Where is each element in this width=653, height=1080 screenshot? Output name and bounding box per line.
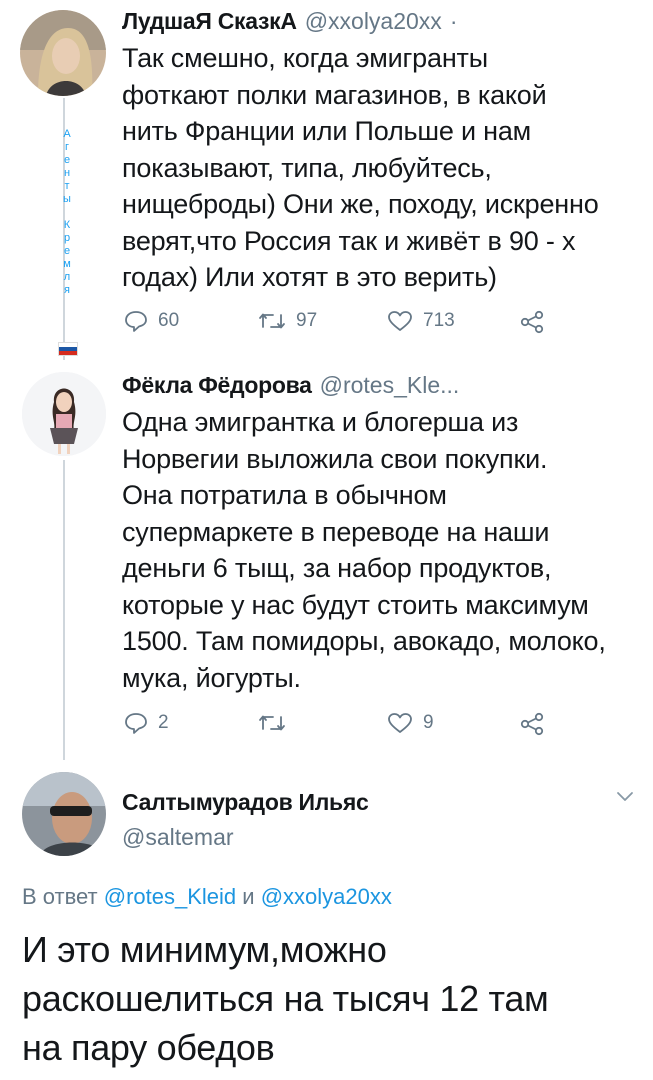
tweet-text: Так смешно, когда эмигранты фоткают полк… [122, 40, 642, 296]
vertical-letter: е [63, 245, 71, 257]
text-line: верят,что Россия так и живёт в 90 - х [122, 225, 576, 256]
text-line: нить Франции или Польше и нам [122, 116, 532, 146]
tweet-text: Одна эмигрантка и блогерша из Норвегии в… [122, 404, 647, 696]
tweet-header: Фёкла Фёдорова @rotes_Kle... [122, 372, 459, 399]
like-button[interactable]: 9 [387, 712, 434, 734]
reply-icon [125, 713, 147, 734]
reply-mention[interactable]: @xxolya20xx [261, 884, 392, 909]
text-line: фоткают полки магазинов, в какой [122, 79, 547, 110]
retweet-icon [259, 313, 285, 329]
tweet-text: И это минимум,можно раскошелиться на тыс… [22, 925, 647, 1072]
retweet-button[interactable] [258, 712, 296, 734]
display-name[interactable]: ЛудшаЯ СказкА [122, 8, 297, 35]
retweet-button[interactable]: 97 [258, 310, 317, 332]
reply-count: 2 [158, 712, 169, 733]
like-count: 713 [423, 310, 455, 331]
share-icon [520, 712, 544, 736]
reply-conjunction: и [242, 884, 255, 909]
user-handle[interactable]: @saltemar [122, 824, 234, 851]
text-line: нищеброды) Они же, походу, искренно [122, 189, 599, 219]
avatar[interactable] [22, 372, 106, 456]
text-line: показывают, типа, любуйтесь, [122, 152, 492, 183]
reply-mention[interactable]: @rotes_Kleid [104, 884, 236, 909]
like-icon [388, 713, 412, 733]
text-line: Норвегии выложила свои покупки. [122, 443, 548, 474]
user-handle[interactable]: @xxolya20xx [305, 8, 442, 35]
display-name[interactable]: Фёкла Фёдорова [122, 372, 312, 399]
text-line: Одна эмигрантка и блогерша из [122, 407, 519, 437]
text-line: деньги 6 тыщ, за набор продуктов, [122, 553, 552, 583]
text-line: раскошелиться на тысяч 12 там [22, 978, 549, 1019]
text-line: Так смешно, когда эмигранты [122, 43, 488, 73]
display-name[interactable]: Салтымурадов Ильяс [122, 789, 369, 816]
avatar[interactable] [20, 10, 106, 96]
text-line: Она потратила в обычном [122, 480, 447, 510]
chevron-down-icon[interactable] [616, 790, 634, 808]
separator: · [449, 8, 458, 34]
vertical-letter: т [64, 180, 70, 192]
vertical-letter: г [64, 141, 69, 153]
reply-button[interactable]: 2 [124, 712, 169, 734]
vertical-caption: А г е н т ы К р е м л я [61, 128, 73, 297]
vertical-letter: К [63, 219, 71, 231]
vertical-letter: я [64, 284, 70, 296]
reply-icon [125, 311, 147, 332]
vertical-letter: л [63, 271, 71, 283]
text-line: годах) Или хотят в это верить) [122, 262, 497, 292]
text-line: И это минимум,можно [22, 929, 387, 970]
text-line: мука, йогурты. [122, 662, 301, 693]
retweet-icon [259, 715, 285, 731]
user-handle[interactable]: @rotes_Kle... [320, 372, 460, 399]
like-count: 9 [423, 712, 434, 733]
reply-context: В ответ @rotes_Kleid и @xxolya20xx [22, 884, 392, 910]
vertical-letter: р [63, 232, 71, 244]
vertical-letter: А [63, 128, 71, 140]
reply-count: 60 [158, 310, 180, 331]
tweet-header: ЛудшаЯ СказкА @xxolya20xx · [122, 8, 457, 35]
reply-button[interactable]: 60 [124, 310, 179, 332]
reply-prefix: В ответ [22, 884, 98, 909]
text-line: которые у нас будут стоить максимум [122, 589, 589, 620]
share-button[interactable] [519, 712, 545, 736]
vertical-letter [61, 206, 73, 219]
vertical-letter: ы [63, 193, 71, 205]
vertical-letter: н [63, 167, 71, 179]
like-icon [388, 311, 412, 331]
share-icon [520, 310, 544, 334]
text-line: на пару обедов [22, 1027, 275, 1068]
vertical-letter: м [63, 258, 71, 270]
text-line: супермаркете в переводе на наши [122, 516, 550, 547]
russian-flag-icon [58, 342, 78, 356]
avatar[interactable] [22, 772, 106, 856]
vertical-letter: е [63, 154, 71, 166]
share-button[interactable] [519, 310, 545, 334]
text-line: 1500. Там помидоры, авокадо, молоко, [122, 626, 606, 656]
thread-line-2 [63, 460, 65, 760]
like-button[interactable]: 713 [387, 310, 455, 332]
retweet-count: 97 [296, 310, 318, 331]
